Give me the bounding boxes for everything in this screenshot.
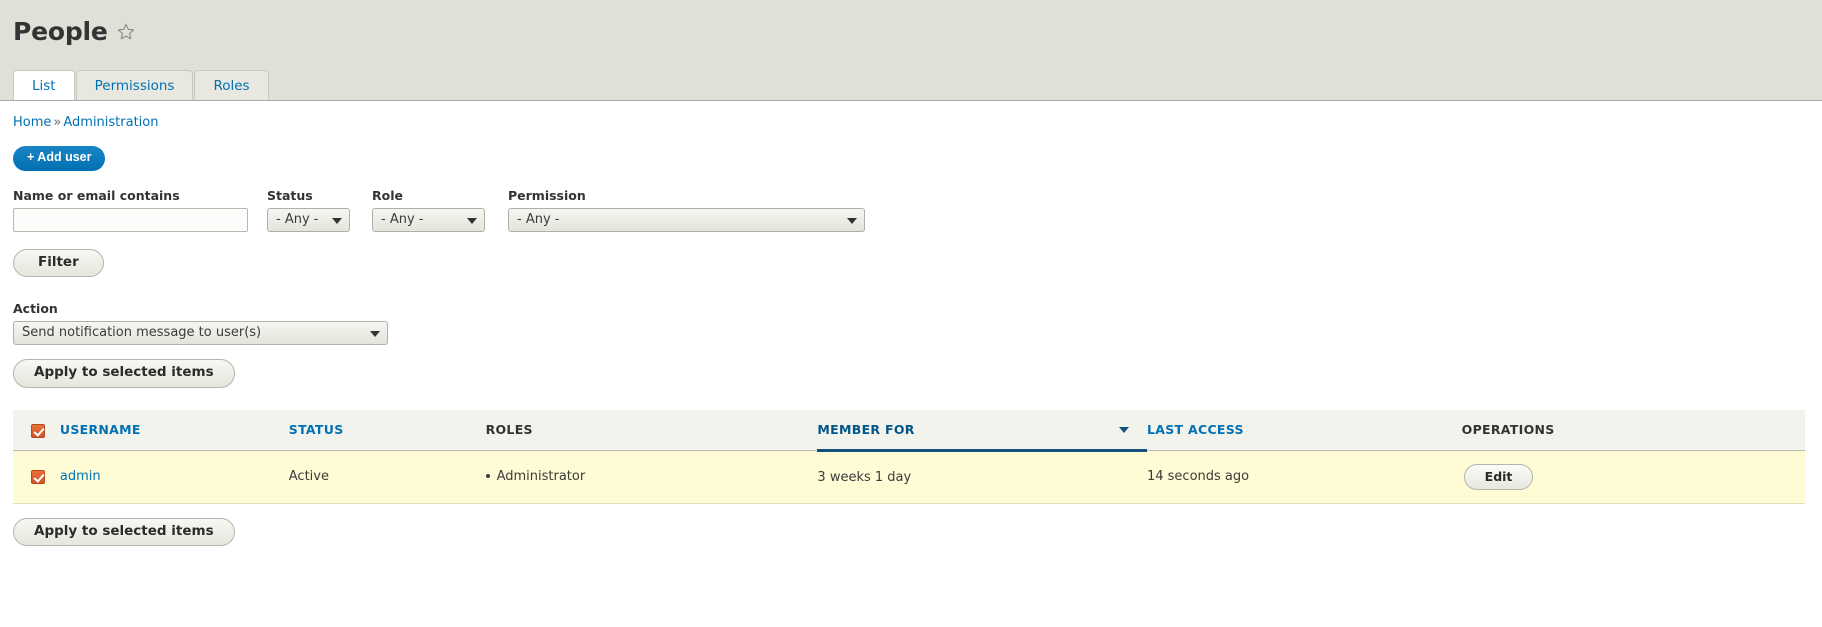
page-title: People	[13, 17, 108, 46]
cell-member-for: 3 weeks 1 day	[817, 450, 1147, 504]
row-checkbox[interactable]	[31, 469, 45, 484]
main-content: Home» Administration + Add user Name or e…	[0, 101, 1822, 547]
role-label: Administrator	[496, 469, 586, 485]
apply-to-selected-items-button-bottom[interactable]: Apply to selected items	[13, 517, 235, 547]
tab-roles[interactable]: Roles	[194, 70, 269, 100]
breadcrumb-link-administration[interactable]: Administration	[63, 115, 158, 130]
apply-top-wrap: Apply to selected items	[13, 345, 1809, 388]
bullet-icon	[485, 473, 490, 478]
filter-role-label: Role	[372, 187, 403, 203]
role-select[interactable]: - Any -	[372, 207, 485, 232]
table-row: admin Active Administrator 3 weeks 1 day…	[13, 450, 1805, 504]
breadcrumb-separator: »	[53, 115, 62, 130]
primary-tabs: List Permissions Roles	[0, 53, 1822, 100]
row-select-cell	[13, 450, 60, 504]
apply-to-selected-items-button-top[interactable]: Apply to selected items	[13, 359, 235, 388]
cell-username: admin	[59, 450, 289, 504]
add-user-button[interactable]: + Add user	[13, 146, 106, 171]
table-header-row: USERNAME STATUS ROLES MEMBER FOR LAST AC…	[13, 409, 1805, 452]
column-header-last-access[interactable]: LAST ACCESS	[1146, 409, 1462, 451]
page-header: People List Permissions Roles	[0, 0, 1822, 101]
bulk-action-block: Action Send notification message to user…	[13, 301, 1809, 346]
filter-permission-group: Permission - Any -	[508, 188, 865, 232]
table-head: USERNAME STATUS ROLES MEMBER FOR LAST AC…	[13, 409, 1805, 452]
filter-name-group: Name or email contains	[13, 188, 248, 232]
table-body: admin Active Administrator 3 weeks 1 day…	[13, 450, 1805, 504]
filter-status-label: Status	[267, 187, 313, 203]
cell-status: Active	[288, 450, 486, 504]
sort-descending-icon	[1118, 427, 1129, 434]
edit-button[interactable]: Edit	[1463, 463, 1534, 490]
select-all-header	[13, 409, 60, 451]
cell-operations: Edit	[1461, 450, 1805, 504]
tab-permissions[interactable]: Permissions	[75, 70, 194, 100]
apply-bottom-wrap: Apply to selected items	[13, 504, 1809, 547]
column-header-member-for-label: MEMBER FOR	[817, 421, 915, 437]
filter-permission-label: Permission	[508, 187, 586, 203]
role-select-wrap: - Any -	[372, 207, 485, 232]
select-all-checkbox[interactable]	[31, 423, 45, 438]
permission-select[interactable]: - Any -	[508, 207, 865, 232]
cell-last-access: 14 seconds ago	[1146, 450, 1462, 504]
filter-bar: Name or email contains Status - Any - Ro…	[13, 188, 1809, 232]
page-title-row: People	[0, 0, 1822, 53]
breadcrumb: Home» Administration	[13, 101, 1809, 130]
search-input[interactable]	[13, 207, 248, 232]
column-header-status[interactable]: STATUS	[288, 409, 486, 451]
user-link-admin[interactable]: admin	[60, 469, 101, 484]
filter-button[interactable]: Filter	[13, 248, 104, 278]
people-table: USERNAME STATUS ROLES MEMBER FOR LAST AC…	[13, 409, 1805, 504]
column-header-roles: ROLES	[485, 409, 818, 451]
star-outline-icon[interactable]	[117, 23, 135, 41]
filter-role-group: Role - Any -	[372, 188, 485, 232]
filter-status-group: Status - Any -	[267, 188, 350, 232]
status-select-wrap: - Any -	[267, 207, 350, 232]
permission-select-wrap: - Any -	[508, 207, 865, 232]
action-select[interactable]: Send notification message to user(s)	[13, 321, 388, 346]
action-label: Action	[13, 301, 58, 317]
cell-roles: Administrator	[485, 450, 818, 504]
column-header-member-for[interactable]: MEMBER FOR	[817, 409, 1147, 452]
column-header-operations: OPERATIONS	[1461, 409, 1805, 451]
status-select[interactable]: - Any -	[267, 207, 350, 232]
tab-list[interactable]: List	[13, 70, 75, 100]
column-header-username[interactable]: USERNAME	[59, 409, 289, 451]
action-select-wrap: Send notification message to user(s)	[13, 321, 388, 346]
filter-name-label: Name or email contains	[13, 187, 180, 203]
role-entry: Administrator	[485, 469, 586, 485]
breadcrumb-link-home[interactable]: Home	[13, 115, 51, 130]
